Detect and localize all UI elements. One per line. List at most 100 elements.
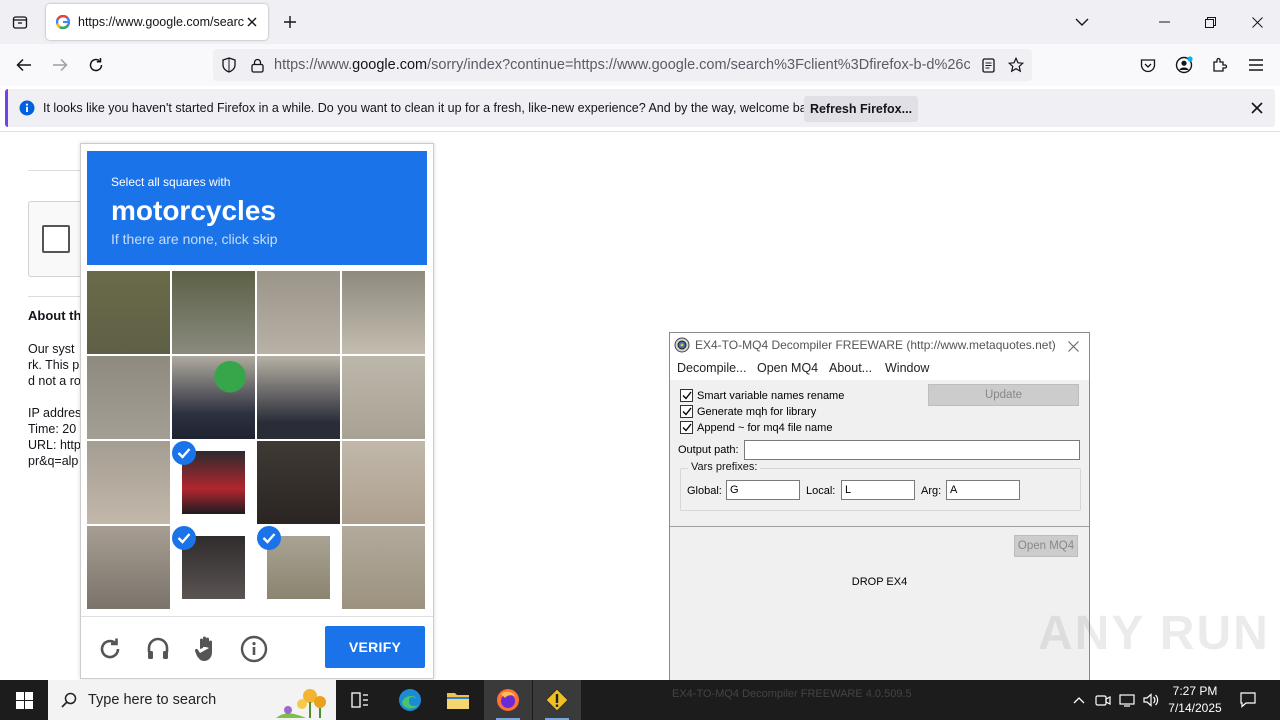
selected-check-icon bbox=[172, 526, 196, 550]
pocket-icon[interactable] bbox=[1136, 52, 1160, 78]
challenge-tile[interactable] bbox=[257, 356, 340, 439]
refresh-firefox-button[interactable]: Refresh Firefox... bbox=[804, 96, 918, 122]
recaptcha-anchor-card bbox=[28, 201, 88, 277]
challenge-tile[interactable] bbox=[87, 271, 170, 354]
challenge-hint: If there are none, click skip bbox=[111, 231, 278, 247]
update-button[interactable]: Update bbox=[928, 384, 1079, 406]
challenge-tile[interactable] bbox=[87, 526, 170, 609]
global-prefix-input[interactable]: G bbox=[726, 480, 800, 500]
append-tilde-checkbox[interactable]: Append ~ for mq4 file name bbox=[680, 420, 880, 435]
decompiler-taskbar-icon[interactable] bbox=[533, 680, 581, 720]
menu-open-mq4[interactable]: Open MQ4 bbox=[757, 361, 818, 375]
network-icon[interactable] bbox=[1116, 680, 1138, 720]
restore-icon[interactable] bbox=[1192, 8, 1228, 36]
notification-bar: It looks like you haven't started Firefo… bbox=[5, 89, 1275, 127]
tile-image bbox=[257, 441, 340, 524]
meta-line: pr&q=alp bbox=[28, 454, 79, 468]
challenge-tile[interactable] bbox=[87, 441, 170, 524]
forward-arrow-icon[interactable] bbox=[46, 52, 74, 78]
smart-rename-checkbox[interactable]: Smart variable names rename bbox=[680, 388, 880, 403]
recaptcha-checkbox[interactable] bbox=[42, 225, 70, 253]
windows-start-icon[interactable] bbox=[0, 680, 48, 720]
tile-image bbox=[342, 526, 425, 609]
firefox-taskbar-icon[interactable] bbox=[484, 680, 532, 720]
about-page-body: Our syst rk. This p d not a ro IP addres… bbox=[28, 341, 82, 469]
challenge-tile[interactable] bbox=[172, 356, 255, 439]
challenge-tile[interactable] bbox=[342, 271, 425, 354]
drop-zone[interactable]: Open MQ4 DROP EX4 bbox=[670, 526, 1089, 691]
system-clock[interactable]: 7:27 PM 7/14/2025 bbox=[1160, 683, 1230, 717]
arg-prefix-input[interactable]: A bbox=[946, 480, 1020, 500]
arg-label: Arg: bbox=[921, 485, 942, 497]
show-hidden-icons-icon[interactable] bbox=[1068, 680, 1090, 720]
new-tab-icon[interactable] bbox=[278, 11, 302, 33]
notification-message: It looks like you haven't started Firefo… bbox=[43, 101, 823, 115]
meet-now-icon[interactable] bbox=[1092, 680, 1114, 720]
reader-view-icon[interactable] bbox=[977, 55, 999, 75]
open-mq4-button[interactable]: Open MQ4 bbox=[1014, 535, 1078, 557]
lock-icon[interactable] bbox=[247, 55, 267, 75]
account-icon[interactable] bbox=[1172, 52, 1196, 78]
menu-decompile[interactable]: Decompile... bbox=[677, 361, 746, 375]
local-prefix-input[interactable]: L bbox=[841, 480, 915, 500]
edge-browser-icon[interactable] bbox=[386, 680, 434, 720]
output-path-input[interactable] bbox=[744, 440, 1080, 460]
info-challenge-icon[interactable] bbox=[239, 634, 269, 664]
challenge-tile[interactable] bbox=[172, 441, 255, 524]
decompiler-status-bar: EX4-TO-MQ4 Decompiler FREEWARE 4.0.509.5 bbox=[672, 688, 912, 700]
clock-time: 7:27 PM bbox=[1172, 684, 1218, 698]
checkmark-icon bbox=[680, 421, 693, 434]
close-tab-icon[interactable] bbox=[244, 14, 260, 30]
menu-about[interactable]: About... bbox=[829, 361, 872, 375]
taskbar: Type here to search 7:27 PM 7/14/2025 bbox=[0, 680, 1280, 720]
checkmark-icon bbox=[680, 389, 693, 402]
challenge-tile[interactable] bbox=[257, 441, 340, 524]
challenge-tile[interactable] bbox=[342, 441, 425, 524]
volume-icon[interactable] bbox=[1140, 680, 1162, 720]
challenge-tile[interactable] bbox=[342, 356, 425, 439]
url-text[interactable]: https://www.google.com/sorry/index?conti… bbox=[274, 57, 970, 73]
verify-button[interactable]: VERIFY bbox=[325, 626, 425, 668]
audio-challenge-icon[interactable] bbox=[143, 634, 173, 664]
challenge-tile[interactable] bbox=[172, 271, 255, 354]
file-explorer-icon[interactable] bbox=[434, 680, 482, 720]
tracking-shield-icon[interactable] bbox=[219, 55, 239, 75]
browser-tab[interactable]: https://www.google.com/search? bbox=[46, 4, 268, 40]
url-bar[interactable]: https://www.google.com/sorry/index?conti… bbox=[213, 49, 1032, 81]
vars-prefixes-label: Vars prefixes: bbox=[688, 461, 761, 473]
generate-mqh-checkbox[interactable]: Generate mqh for library bbox=[680, 404, 880, 419]
challenge-image-grid bbox=[87, 271, 427, 611]
challenge-tile[interactable] bbox=[342, 526, 425, 609]
minimize-icon[interactable] bbox=[1146, 8, 1182, 36]
bookmark-star-icon[interactable] bbox=[1005, 55, 1027, 75]
close-window-icon[interactable] bbox=[1062, 337, 1084, 355]
navigation-toolbar: https://www.google.com/sorry/index?conti… bbox=[0, 44, 1280, 86]
extensions-puzzle-icon[interactable] bbox=[1208, 52, 1232, 78]
challenge-keyword: motorcycles bbox=[111, 195, 276, 226]
recaptcha-challenge: Select all squares with motorcycles If t… bbox=[80, 143, 434, 679]
challenge-tile[interactable] bbox=[257, 526, 340, 609]
reload-challenge-icon[interactable] bbox=[95, 634, 125, 664]
reload-icon[interactable] bbox=[82, 52, 110, 78]
notifications-icon[interactable] bbox=[1234, 680, 1262, 720]
challenge-tile[interactable] bbox=[257, 271, 340, 354]
about-page-heading: About th bbox=[28, 308, 82, 323]
close-notification-icon[interactable] bbox=[1246, 98, 1268, 118]
challenge-tile[interactable] bbox=[87, 356, 170, 439]
chevron-down-icon[interactable] bbox=[1070, 11, 1094, 33]
menu-window[interactable]: Window bbox=[885, 361, 929, 375]
taskbar-search-box[interactable]: Type here to search bbox=[48, 680, 336, 720]
report-hand-icon[interactable] bbox=[191, 634, 221, 664]
task-view-icon[interactable] bbox=[336, 680, 384, 720]
list-all-tabs-icon[interactable] bbox=[8, 11, 32, 33]
close-window-icon[interactable] bbox=[1239, 8, 1275, 36]
checkmark-icon bbox=[680, 405, 693, 418]
decompiler-window: EX4-TO-MQ4 Decompiler FREEWARE (http://w… bbox=[669, 332, 1090, 692]
app-icon bbox=[674, 337, 690, 353]
challenge-tile[interactable] bbox=[172, 526, 255, 609]
tile-image bbox=[342, 441, 425, 524]
back-arrow-icon[interactable] bbox=[10, 52, 38, 78]
window-titlebar[interactable]: EX4-TO-MQ4 Decompiler FREEWARE (http://w… bbox=[670, 333, 1089, 358]
hamburger-menu-icon[interactable] bbox=[1244, 52, 1268, 78]
tab-title: https://www.google.com/search? bbox=[78, 15, 244, 29]
